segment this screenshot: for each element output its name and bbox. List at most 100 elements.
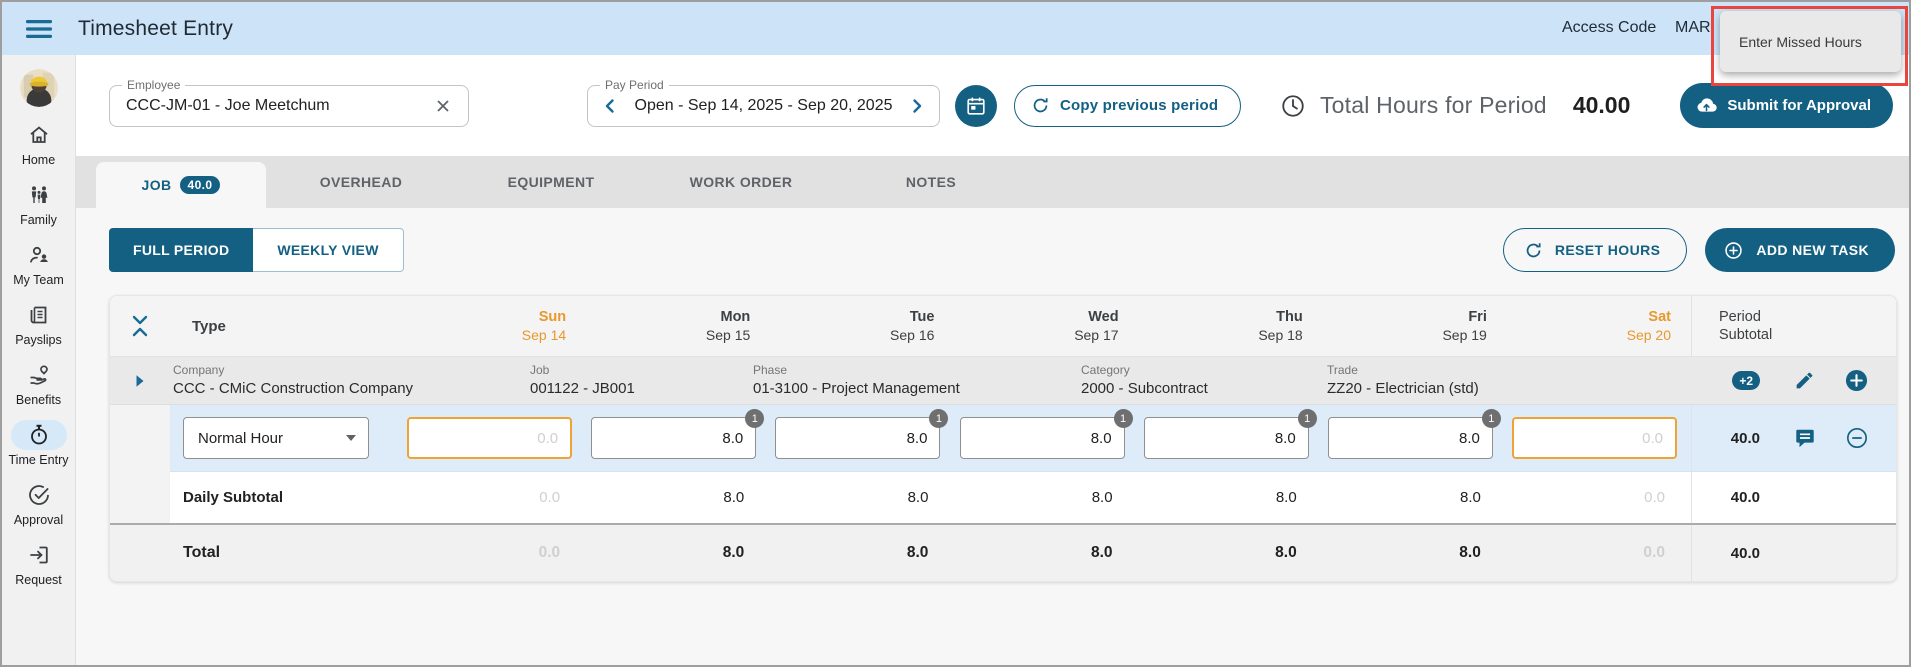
job-hours-badge: 40.0 bbox=[179, 176, 221, 194]
expand-task-arrow-icon[interactable] bbox=[135, 374, 145, 388]
access-code-label: Access Code bbox=[1562, 19, 1657, 36]
weekly-view-label: WEEKLY VIEW bbox=[277, 242, 379, 258]
previous-period-button[interactable] bbox=[598, 94, 622, 118]
menu-icon[interactable] bbox=[26, 19, 52, 39]
sidebar-item-benefits[interactable]: Benefits bbox=[2, 360, 76, 407]
sidebar-item-family[interactable]: Family bbox=[2, 180, 76, 227]
tab-notes-label: NOTES bbox=[905, 174, 957, 190]
clear-employee-button[interactable] bbox=[430, 93, 456, 119]
total-row: Total 0.0 8.0 8.0 8.0 8.0 8.0 0.0 40.0 bbox=[110, 525, 1896, 581]
full-period-toggle[interactable]: FULL PERIOD bbox=[109, 228, 254, 272]
day-header-thu: Thu Sep 18 bbox=[1258, 309, 1303, 343]
sidebar-item-approval[interactable]: Approval bbox=[2, 480, 76, 527]
daily-subtotal-period: 40.0 bbox=[1730, 489, 1760, 506]
payslips-icon bbox=[11, 300, 67, 330]
sidebar: Home Family My Team Payslips Benefits Ti… bbox=[2, 55, 76, 665]
hours-input-tue[interactable] bbox=[775, 417, 941, 459]
chevron-left-icon bbox=[605, 98, 614, 113]
add-new-task-button[interactable]: ADD NEW TASK bbox=[1705, 228, 1895, 272]
copy-previous-period-button[interactable]: Copy previous period bbox=[1014, 84, 1242, 127]
tab-equipment[interactable]: EQUIPMENT bbox=[456, 156, 646, 208]
day-header-mon: Mon Sep 15 bbox=[705, 309, 751, 343]
full-period-label: FULL PERIOD bbox=[133, 242, 230, 258]
total-wed: 8.0 bbox=[1091, 544, 1113, 561]
enter-missed-hours-menu-item[interactable]: Enter Missed Hours bbox=[1720, 11, 1901, 72]
job-field: Job 001122 - JB001 bbox=[530, 363, 635, 397]
hours-input-mon[interactable] bbox=[591, 417, 757, 459]
tab-notes[interactable]: NOTES bbox=[836, 156, 1026, 208]
daily-subtotal-label: Daily Subtotal bbox=[183, 489, 284, 506]
submit-for-approval-button[interactable]: Submit for Approval bbox=[1680, 83, 1893, 128]
total-tue: 8.0 bbox=[906, 544, 929, 561]
day-header-tue: Tue Sep 16 bbox=[890, 309, 935, 343]
tab-equipment-label: EQUIPMENT bbox=[507, 174, 595, 190]
pay-period-field[interactable]: Pay Period Open - Sep 14, 2025 - Sep 20,… bbox=[587, 77, 940, 127]
hour-entry-row: Normal Hour 1 1 bbox=[110, 405, 1896, 472]
employee-input[interactable] bbox=[126, 96, 430, 115]
reset-hours-label: RESET HOURS bbox=[1554, 242, 1661, 258]
daily-subtotal-sun: 0.0 bbox=[539, 489, 561, 506]
more-fields-badge[interactable]: +2 bbox=[1732, 371, 1760, 390]
daily-subtotal-wed: 8.0 bbox=[1091, 489, 1113, 506]
close-icon bbox=[437, 99, 449, 112]
page-title: Timesheet Entry bbox=[78, 16, 234, 40]
hours-input-thu[interactable] bbox=[1143, 417, 1309, 459]
hours-input-fri[interactable] bbox=[1327, 417, 1493, 459]
employee-field[interactable]: Employee bbox=[109, 77, 469, 127]
calendar-button[interactable] bbox=[955, 84, 997, 127]
content-area: FULL PERIOD WEEKLY VIEW RESET HOURS ADD … bbox=[76, 208, 1909, 665]
timesheet-table: Type Sun Sep 14 Mon Sep 15 Tue Sep 16 Wed Se… bbox=[109, 295, 1897, 582]
entry-count-badge: 1 bbox=[929, 409, 949, 428]
hours-input-sat[interactable] bbox=[1511, 417, 1677, 459]
total-hours-group: Total Hours for Period 40.00 Submit for … bbox=[1280, 83, 1893, 128]
tab-job[interactable]: JOB 40.0 bbox=[96, 162, 266, 208]
comment-icon[interactable] bbox=[1794, 427, 1816, 449]
tab-overhead[interactable]: OVERHEAD bbox=[266, 156, 456, 208]
day-header-sun: Sun Sep 14 bbox=[521, 309, 567, 343]
weekly-view-toggle[interactable]: WEEKLY VIEW bbox=[253, 228, 404, 272]
sidebar-item-label: Time Entry bbox=[8, 453, 69, 467]
clock-icon bbox=[1282, 94, 1304, 117]
avatar[interactable] bbox=[19, 69, 58, 107]
task-row: Company CCC - CMiC Construction Company … bbox=[110, 357, 1896, 405]
toolbar: Employee Pay Period Open - Sep 14, 2025 … bbox=[76, 55, 1909, 156]
chevron-down-icon bbox=[132, 315, 148, 325]
total-hours-label: Total Hours for Period bbox=[1319, 92, 1547, 118]
worker-avatar-image bbox=[19, 69, 58, 107]
sidebar-item-time-entry[interactable]: Time Entry bbox=[2, 420, 76, 467]
sidebar-item-my-team[interactable]: My Team bbox=[2, 240, 76, 287]
total-mon: 8.0 bbox=[722, 544, 745, 561]
total-sun: 0.0 bbox=[538, 544, 561, 561]
tab-work-order-label: WORK ORDER bbox=[689, 174, 793, 190]
day-header-sat: Sat Sep 20 bbox=[1626, 309, 1671, 343]
category-field: Category 2000 - Subcontract bbox=[1081, 363, 1208, 397]
view-controls-row: FULL PERIOD WEEKLY VIEW RESET HOURS ADD … bbox=[109, 228, 1895, 272]
daily-subtotal-thu: 8.0 bbox=[1275, 489, 1297, 506]
daily-subtotal-tue: 8.0 bbox=[907, 489, 929, 506]
total-hours-value: 40.00 bbox=[1572, 92, 1631, 118]
sidebar-item-payslips[interactable]: Payslips bbox=[2, 300, 76, 347]
family-icon bbox=[11, 180, 67, 210]
hour-type-value: Normal Hour bbox=[198, 429, 284, 447]
reset-hours-button[interactable]: RESET HOURS bbox=[1502, 228, 1688, 272]
hour-type-select[interactable]: Normal Hour bbox=[183, 417, 369, 459]
add-hour-row-icon[interactable] bbox=[1845, 369, 1868, 392]
collapse-all-button[interactable] bbox=[132, 315, 148, 337]
tab-bar: JOB 40.0 OVERHEAD EQUIPMENT WORK ORDER N… bbox=[76, 156, 1909, 208]
hours-input-wed[interactable] bbox=[959, 417, 1125, 459]
sidebar-item-label: Benefits bbox=[15, 393, 62, 407]
main-area: Employee Pay Period Open - Sep 14, 2025 … bbox=[76, 55, 1909, 665]
sidebar-item-home[interactable]: Home bbox=[2, 120, 76, 167]
submit-for-approval-label: Submit for Approval bbox=[1727, 97, 1871, 114]
next-period-button[interactable] bbox=[905, 94, 929, 118]
remove-row-icon[interactable] bbox=[1846, 427, 1868, 449]
timesheet-entry-window: Timesheet Entry Access Code MAR Enter Mi… bbox=[0, 0, 1911, 667]
hours-input-sun[interactable] bbox=[407, 417, 573, 459]
period-subtotal-header: Period Subtotal bbox=[1718, 309, 1773, 343]
my-team-icon bbox=[11, 240, 67, 270]
sidebar-item-request[interactable]: Request bbox=[2, 540, 76, 587]
home-icon bbox=[11, 120, 67, 150]
tab-work-order[interactable]: WORK ORDER bbox=[646, 156, 836, 208]
entry-count-badge: 1 bbox=[1481, 409, 1501, 428]
edit-task-icon[interactable] bbox=[1794, 370, 1815, 391]
